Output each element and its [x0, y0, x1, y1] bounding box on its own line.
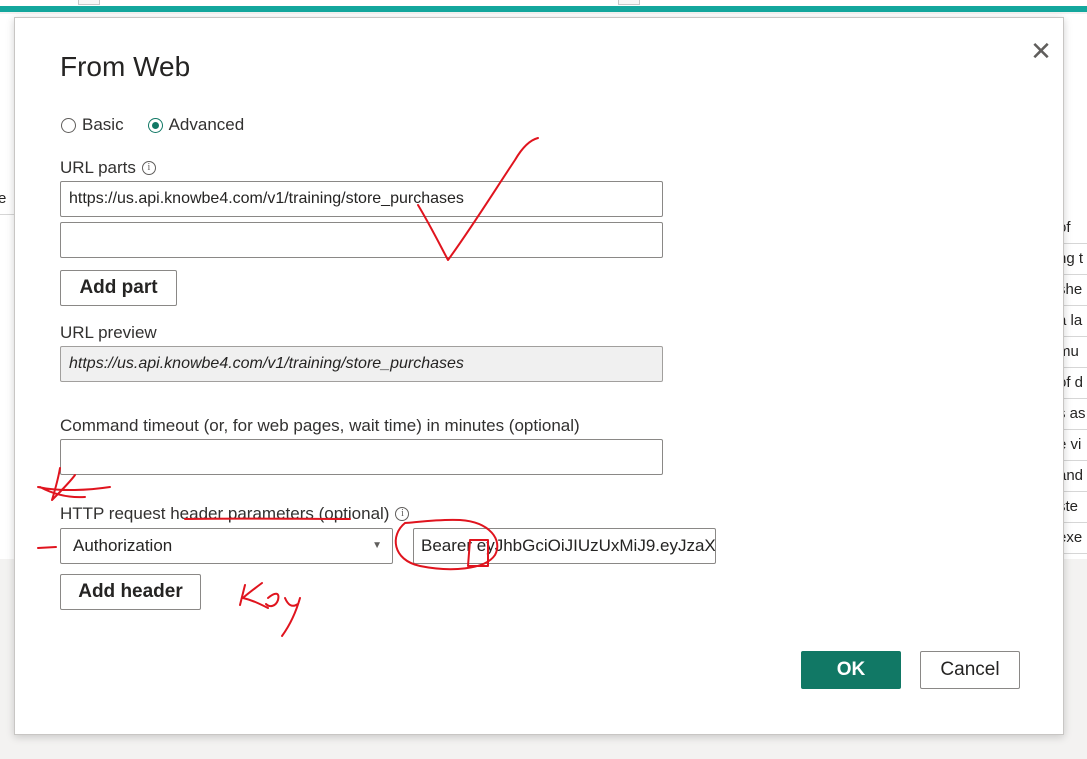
command-timeout-input[interactable]	[60, 439, 663, 475]
http-headers-label: HTTP request header parameters (optional…	[60, 504, 410, 524]
background-cell: ste	[1064, 492, 1087, 523]
radio-basic-label: Basic	[82, 115, 124, 134]
url-part-input-2[interactable]	[60, 222, 663, 258]
from-web-dialog: ✕ From Web Basic Advanced URL parts i ht…	[14, 17, 1064, 735]
background-cell: s as	[1064, 399, 1087, 430]
command-timeout-label: Command timeout (or, for web pages, wait…	[60, 416, 580, 435]
http-headers-label-text: HTTP request header parameters (optional…	[60, 504, 390, 523]
background-cell: e vi	[1064, 430, 1087, 461]
cancel-button[interactable]: Cancel	[920, 651, 1020, 689]
background-header-cell	[618, 0, 640, 5]
background-right-column: ofng tshea lamuof ds ase viandsteexe	[1064, 14, 1087, 559]
dropdown-arrow-icon: ▼	[372, 540, 382, 551]
url-part-input-1[interactable]: https://us.api.knowbe4.com/v1/training/s…	[60, 181, 663, 217]
info-icon[interactable]: i	[395, 507, 410, 521]
radio-advanced-label: Advanced	[168, 115, 245, 134]
url-preview-field: https://us.api.knowbe4.com/v1/training/s…	[60, 346, 663, 382]
add-header-button[interactable]: Add header	[60, 574, 201, 610]
background-cell: a la	[1064, 306, 1087, 337]
background-cell: mu	[1064, 337, 1087, 368]
url-preview-label: URL preview	[60, 323, 157, 342]
radio-advanced-circle-icon[interactable]	[147, 117, 163, 133]
background-header-cell	[78, 0, 100, 5]
radio-basic-circle-icon[interactable]	[61, 117, 76, 133]
background-cell: and	[1064, 461, 1087, 492]
header-name-value: Authorization	[73, 536, 173, 555]
background-cell: e	[0, 184, 14, 215]
dialog-title: From Web	[60, 51, 191, 82]
background-cell: exe	[1064, 523, 1087, 554]
background-accent-bar	[0, 6, 1087, 12]
radio-advanced[interactable]: Advanced	[147, 115, 245, 135]
ok-button[interactable]: OK	[801, 651, 901, 689]
mode-radio-group: Basic Advanced	[61, 115, 268, 135]
background-cell: ng t	[1064, 244, 1087, 275]
background-cell: of d	[1064, 368, 1087, 399]
background-cell: she	[1064, 275, 1087, 306]
close-icon[interactable]: ✕	[1029, 38, 1053, 64]
background-cell: of	[1064, 213, 1087, 244]
header-value-input[interactable]: Bearer eyJhbGciOiJIUzUxMiJ9.eyJzaXI	[413, 528, 716, 564]
url-parts-label-text: URL parts	[60, 158, 136, 177]
url-parts-label: URL parts i	[60, 158, 156, 178]
add-part-button[interactable]: Add part	[60, 270, 177, 306]
background-left-column: e	[0, 14, 14, 559]
header-name-dropdown[interactable]: Authorization ▼	[60, 528, 393, 564]
info-icon[interactable]: i	[141, 161, 156, 175]
radio-basic[interactable]: Basic	[61, 115, 124, 135]
